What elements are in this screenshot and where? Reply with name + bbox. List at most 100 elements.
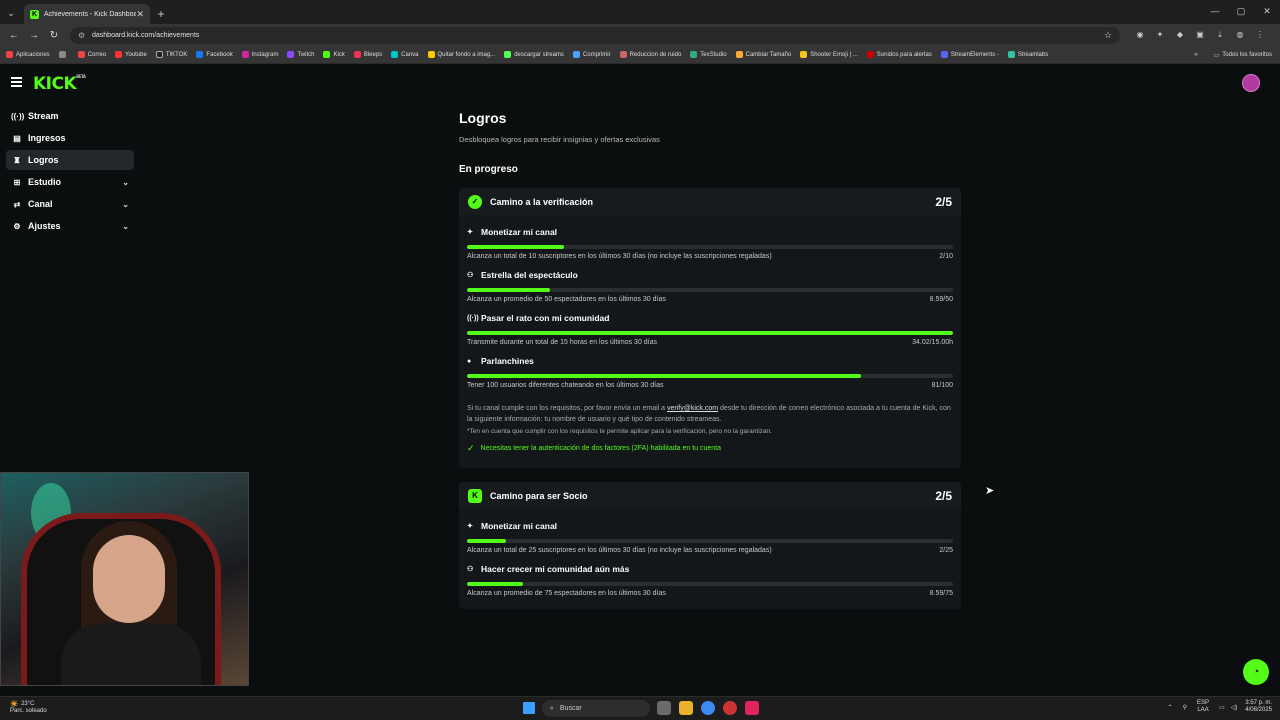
goal-name: Pasar el rato con mi comunidad [481,313,610,323]
help-chat-button[interactable]: ◔ [1243,659,1269,685]
back-icon[interactable]: ← [4,30,24,41]
bookmark-item[interactable]: Youtube [115,51,147,58]
studio-icon: ⊞ [13,177,21,187]
chrome-icon[interactable] [701,701,715,715]
close-tab-icon[interactable]: ✕ [136,9,144,20]
bookmark-item[interactable] [58,51,69,58]
network-icon[interactable]: ▭ [1219,704,1225,711]
card-progress-count: 2/5 [935,488,952,503]
goal-description: Alcanza un promedio de 75 espectadores e… [467,590,666,597]
bookmark-item[interactable]: Streamlabs [1007,51,1048,58]
download-icon[interactable]: ⤓ [1210,30,1230,40]
chevron-up-icon[interactable]: ⌃ [1168,704,1173,711]
bookmark-item[interactable]: TIKTOK [155,51,187,58]
menu-icon[interactable]: ⋮ [1250,30,1270,40]
bookmark-item[interactable]: Instagram [241,51,278,58]
browser-toolbar: ← → ↻ ⚙ dashboard.kick.com/achievements … [0,24,1280,46]
section-title: En progreso [459,164,518,175]
sidebar-item-canal[interactable]: ⇄ Canal ⌄ [6,194,134,214]
bookmark-item[interactable]: StreamElements - [940,51,999,58]
file-explorer-icon[interactable] [657,701,671,715]
sidebar-item-ingresos[interactable]: ▤ Ingresos [6,128,134,148]
progress-fill [467,331,953,335]
chevron-down-icon: ⌄ [122,199,129,209]
bookmark-item[interactable]: descargar streams [504,51,564,58]
sidebar-item-ajustes[interactable]: ⚙ Ajustes ⌄ [6,216,134,236]
reload-icon[interactable]: ↻ [44,30,64,41]
bookmark-star-icon[interactable]: ☆ [1104,30,1112,41]
windows-start-icon[interactable] [523,702,535,714]
bookmark-item[interactable]: Kick [323,51,345,58]
goal-value: 34.02/15.00h [912,339,953,346]
progress-fill [467,539,506,543]
bookmark-item[interactable]: Quitar fondo a imag... [427,51,495,58]
bookmark-item[interactable]: Canva [391,51,419,58]
bookmark-item[interactable]: TexStudio [690,51,727,58]
sparkle-icon: ✦ [467,229,473,236]
page-title: Logros [459,110,507,126]
bookmark-item[interactable]: Cambiar Tamaño [735,51,791,58]
close-window-icon[interactable]: ✕ [1254,0,1280,22]
sidebar-item-label: Stream [28,111,59,121]
new-tab-button[interactable]: + [150,4,172,24]
profile-icon[interactable]: ◍ [1230,30,1250,40]
bookmark-item[interactable]: Bleeps [353,51,382,58]
sidebar-item-label: Estudio [28,177,61,187]
bookmark-item[interactable]: Reduccion de ruido [619,51,681,58]
tiktok-icon[interactable] [745,701,759,715]
verification-note: Si tu canal cumple con los requisitos, p… [467,405,951,423]
bookmark-item[interactable]: Aplicaciones [6,51,50,58]
weather-widget[interactable]: ☀ 23°C Parc. soleado [10,700,47,715]
language-indicator[interactable]: ESP LAA [1197,700,1209,714]
sidebar-item-stream[interactable]: ((·)) Stream [6,106,134,126]
bookmark-item[interactable]: Shooter Emoji | ... [800,51,858,58]
bookmark-item[interactable]: Comprimir [572,51,611,58]
browser-tab[interactable]: K Achievements - Kick Dashboard ✕ [24,4,150,24]
card-title: Camino para ser Socio [490,490,588,501]
goal-item: ● Parlanchines Tener 100 usuarios diferen… [467,352,953,389]
bookmark-item[interactable]: Facebook [196,51,233,58]
extensions-puzzle-icon[interactable]: ▣ [1190,30,1210,40]
sidebar-item-logros[interactable]: ♜ Logros [6,150,134,170]
verify-email-link[interactable]: verify@kick.com [667,405,718,412]
extension-icon[interactable]: ✦ [1150,30,1170,40]
tab-search-icon[interactable]: ⌄ [0,2,22,24]
address-bar[interactable]: ⚙ dashboard.kick.com/achievements ☆ [70,26,1120,44]
chrome-icon[interactable] [723,701,737,715]
kick-logo[interactable]: KICKBETA [33,74,86,94]
folder-icon[interactable] [679,701,693,715]
bookmark-item[interactable]: Twitch [287,51,314,58]
mic-icon[interactable]: ⚲ [1183,704,1187,711]
card-header[interactable]: ✓ Camino a la verificación 2/5 [459,188,961,215]
extension-icon[interactable]: ◉ [1130,30,1150,40]
bookmark-item[interactable]: Sonidos para alertas [866,51,932,58]
chat-bubble-icon: ● [467,357,472,365]
forward-icon[interactable]: → [24,30,44,41]
more-bookmarks-button[interactable]: » [1194,52,1197,58]
site-info-icon[interactable]: ⚙ [78,31,88,40]
taskbar-search[interactable]: ⌕ Buscar [542,700,650,717]
volume-icon[interactable]: ◁) [1231,704,1238,711]
url-text: dashboard.kick.com/achievements [92,31,200,39]
maximize-icon[interactable]: ▢ [1228,0,1254,22]
card-body: ✦ Monetizar mi canal Alcanza un total de … [459,215,961,468]
all-bookmarks-button[interactable]: Todos los favoritos [1222,52,1272,58]
system-tray: ⌃ ⚲ ESP LAA ▭ ◁) 3:57 p. m. 4/08/2025 [1168,700,1272,714]
trophy-icon: ♜ [13,155,21,165]
hamburger-menu-icon[interactable] [11,77,22,87]
goal-value: 81/100 [931,382,953,389]
sidebar-item-label: Ingresos [28,133,66,143]
sidebar-item-estudio[interactable]: ⊞ Estudio ⌄ [6,172,134,192]
extension-icon[interactable]: ◆ [1170,30,1190,40]
clock[interactable]: 3:57 p. m. 4/08/2025 [1245,700,1272,714]
bookmark-item[interactable]: Correo [77,51,106,58]
goal-item: ✦ Monetizar mi canal Alcanza un total de … [467,223,953,260]
sidebar: ((·)) Stream ▤ Ingresos ♜ Logros ⊞ Estud… [6,106,134,238]
goal-name: Hacer crecer mi comunidad aún más [481,564,630,574]
minimize-icon[interactable]: — [1202,0,1228,22]
folder-icon: ▭ [1213,52,1220,59]
users-icon: ⚇ [467,566,474,573]
card-header[interactable]: K Camino para ser Socio 2/5 [459,482,961,509]
user-avatar[interactable] [1242,74,1260,92]
progress-track [467,331,953,335]
